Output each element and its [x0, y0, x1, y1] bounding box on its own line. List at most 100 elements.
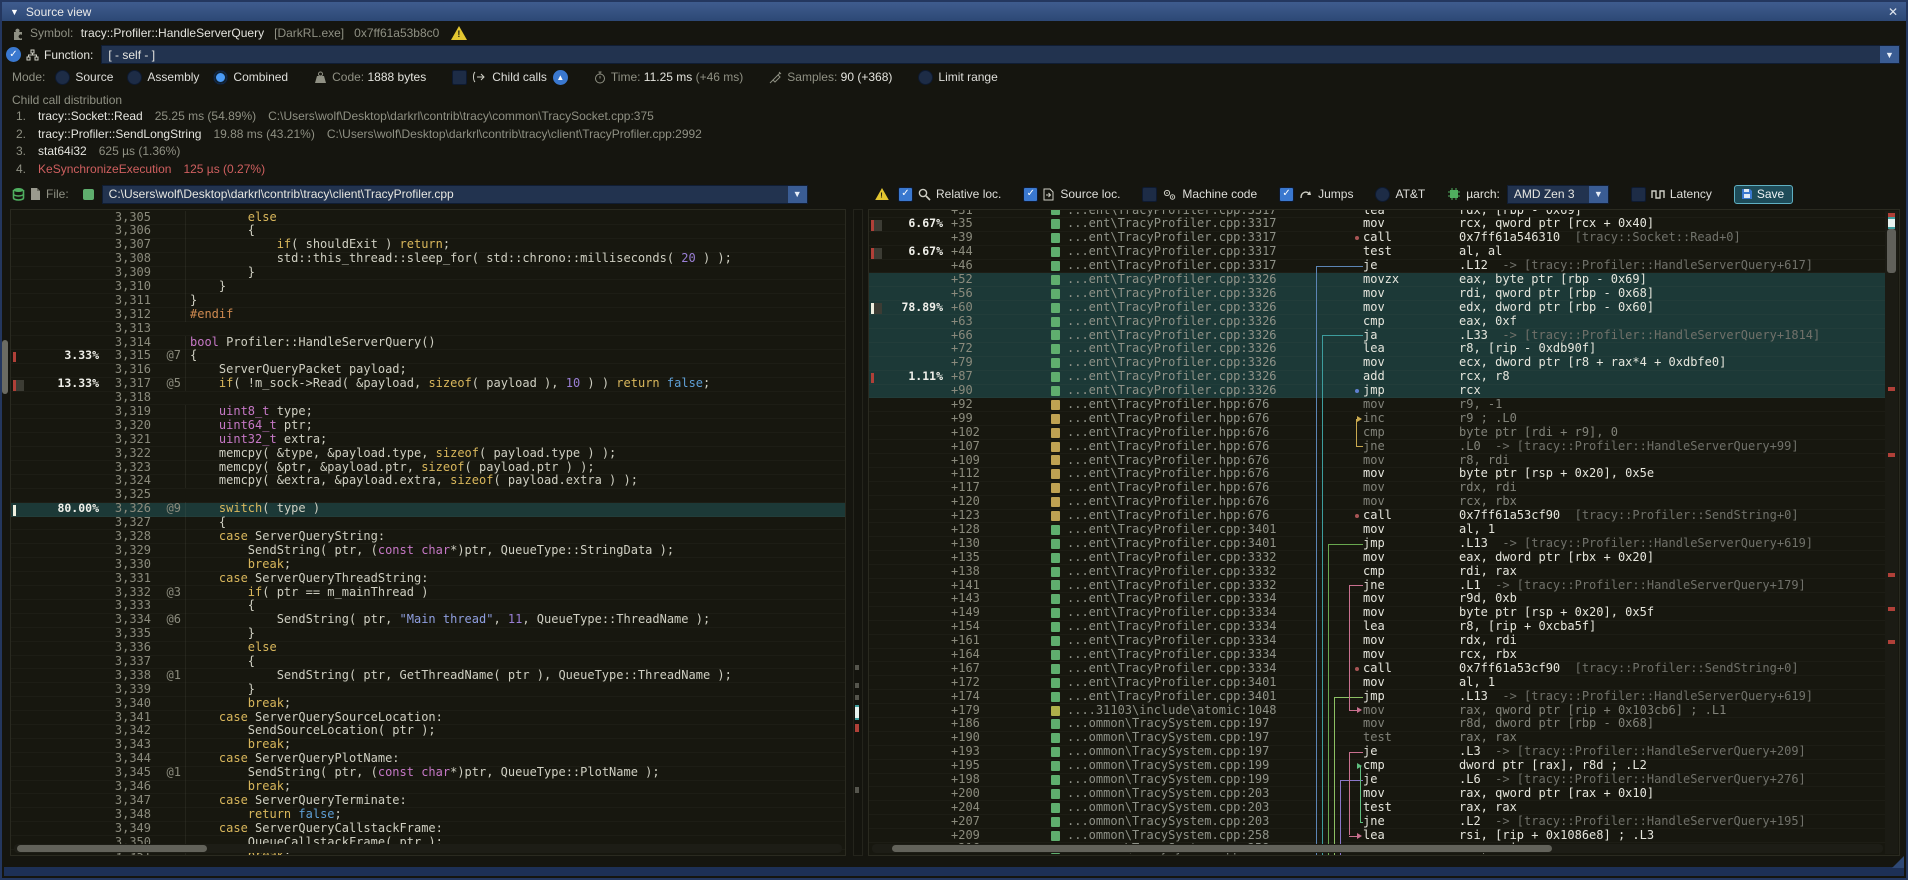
line-number[interactable]: 3,349: [99, 822, 151, 836]
radio-assembly[interactable]: [127, 70, 142, 85]
asm-source-location[interactable]: ...ent\TracyProfiler.cpp:3326: [1067, 301, 1313, 315]
child-calls-checkbox[interactable]: [452, 70, 467, 85]
source-line-row[interactable]: 3,322 memcpy( &type, &payload.type, size…: [11, 447, 845, 461]
resize-grip[interactable]: [1892, 856, 1904, 868]
asm-offset[interactable]: +161: [943, 634, 993, 648]
asm-mnemonic[interactable]: je: [1363, 745, 1459, 759]
line-number[interactable]: 3,335: [99, 627, 151, 641]
line-number[interactable]: 3,340: [99, 697, 151, 711]
asm-mnemonic[interactable]: mov: [1363, 648, 1459, 662]
line-number[interactable]: 3,338: [99, 669, 151, 683]
asm-source-location[interactable]: ...ent\TracyProfiler.cpp:3401: [1067, 523, 1313, 537]
line-number[interactable]: 3,343: [99, 738, 151, 752]
close-icon[interactable]: ✕: [1888, 5, 1898, 19]
asm-source-location[interactable]: ...ent\TracyProfiler.cpp:3401: [1067, 690, 1313, 704]
asm-offset[interactable]: +72: [943, 342, 993, 356]
line-number[interactable]: 3,326: [99, 502, 151, 516]
jumps-label[interactable]: Jumps: [1318, 187, 1353, 201]
asm-source-location[interactable]: ...ent\TracyProfiler.cpp:3326: [1067, 342, 1313, 356]
uarch-select[interactable]: AMD Zen 3 ▼: [1507, 185, 1609, 204]
asm-offset[interactable]: +123: [943, 509, 993, 523]
line-number[interactable]: 3,332: [99, 586, 151, 600]
asm-mnemonic[interactable]: jne: [1363, 579, 1459, 593]
asm-source-location[interactable]: ...ent\TracyProfiler.hpp:676: [1067, 398, 1313, 412]
asm-offset[interactable]: +79: [943, 356, 993, 370]
att-label[interactable]: AT&T: [1395, 187, 1425, 201]
relative-loc-label[interactable]: Relative loc.: [936, 187, 1001, 201]
asm-offset[interactable]: +102: [943, 426, 993, 440]
asm-source-location[interactable]: ...ent\TracyProfiler.cpp:3334: [1067, 620, 1313, 634]
latency-checkbox[interactable]: [1631, 187, 1646, 202]
asm-mnemonic[interactable]: mov: [1363, 592, 1459, 606]
entry-name[interactable]: stat64i32: [38, 144, 87, 158]
line-number[interactable]: 3,318: [99, 391, 151, 405]
asm-offset[interactable]: +204: [943, 801, 993, 815]
asm-source-location[interactable]: ...ent\TracyProfiler.cpp:3401: [1067, 676, 1313, 690]
warning-icon[interactable]: !: [451, 26, 467, 40]
asm-mnemonic[interactable]: mov: [1363, 398, 1459, 412]
asm-offset[interactable]: +186: [943, 717, 993, 731]
asm-mnemonic[interactable]: test: [1363, 245, 1459, 259]
asm-offset[interactable]: +117: [943, 481, 993, 495]
asm-source-location[interactable]: ...ent\TracyProfiler.cpp:3317: [1067, 217, 1313, 231]
asm-source-location[interactable]: ...ommon\TracySystem.cpp:197: [1067, 717, 1313, 731]
asm-offset[interactable]: +66: [943, 329, 993, 343]
asm-mnemonic[interactable]: mov: [1363, 606, 1459, 620]
asm-source-location[interactable]: ...ent\TracyProfiler.cpp:3332: [1067, 565, 1313, 579]
line-number[interactable]: 3,336: [99, 641, 151, 655]
asm-offset[interactable]: +44: [943, 245, 993, 259]
source-line-row[interactable]: 3,331 case ServerQueryThreadString:: [11, 572, 845, 586]
att-checkbox[interactable]: [1375, 187, 1390, 202]
entry-name[interactable]: tracy::Profiler::SendLongString: [38, 127, 201, 141]
line-number[interactable]: 3,322: [99, 447, 151, 461]
asm-offset[interactable]: +209: [943, 829, 993, 843]
asm-mnemonic[interactable]: mov: [1363, 356, 1459, 370]
limit-range-checkbox[interactable]: [918, 70, 933, 85]
asm-offset[interactable]: +92: [943, 398, 993, 412]
line-number[interactable]: 3,328: [99, 530, 151, 544]
asm-mnemonic[interactable]: mov: [1363, 481, 1459, 495]
line-number[interactable]: 3,316: [99, 363, 151, 377]
line-number[interactable]: 3,314: [99, 336, 151, 350]
line-number[interactable]: 3,311: [99, 294, 151, 308]
asm-row[interactable]: 6.67%+44...ent\TracyProfiler.cpp:3317tes…: [869, 246, 1885, 260]
asm-offset[interactable]: +63: [943, 315, 993, 329]
radio-source[interactable]: [55, 70, 70, 85]
asm-source-location[interactable]: ...ent\TracyProfiler.cpp:3326: [1067, 315, 1313, 329]
relative-loc-checkbox[interactable]: ✓: [898, 187, 913, 202]
asm-offset[interactable]: +141: [943, 579, 993, 593]
asm-vscrollbar[interactable]: [1885, 211, 1898, 854]
asm-offset[interactable]: +130: [943, 537, 993, 551]
asm-mnemonic[interactable]: je: [1363, 773, 1459, 787]
entry-name[interactable]: KeSynchronizeExecution: [38, 162, 171, 176]
line-number[interactable]: 3,346: [99, 780, 151, 794]
asm-source-location[interactable]: ...ent\TracyProfiler.hpp:676: [1067, 509, 1313, 523]
source-vscrollbar[interactable]: [853, 209, 863, 856]
asm-source-location[interactable]: ...ommon\TracySystem.cpp:199: [1067, 759, 1313, 773]
asm-offset[interactable]: +128: [943, 523, 993, 537]
asm-offset[interactable]: +193: [943, 745, 993, 759]
line-number[interactable]: 3,315: [99, 349, 151, 363]
asm-mnemonic[interactable]: mov: [1363, 787, 1459, 801]
asm-mnemonic[interactable]: lea: [1363, 342, 1459, 356]
database-icon[interactable]: [12, 187, 25, 201]
asm-source-location[interactable]: ...ent\TracyProfiler.hpp:676: [1067, 412, 1313, 426]
asm-mnemonic[interactable]: je: [1363, 259, 1459, 273]
child-calls-label[interactable]: Child calls: [492, 70, 547, 84]
jumps-checkbox[interactable]: ✓: [1279, 187, 1294, 202]
asm-source-location[interactable]: ...ent\TracyProfiler.cpp:3401: [1067, 537, 1313, 551]
asm-mnemonic[interactable]: jne: [1363, 815, 1459, 829]
asm-source-location[interactable]: ...ent\TracyProfiler.cpp:3334: [1067, 592, 1313, 606]
asm-row[interactable]: +63...ent\TracyProfiler.cpp:3326cmpeax, …: [869, 315, 1885, 329]
line-number[interactable]: 3,327: [99, 516, 151, 530]
line-number[interactable]: 3,324: [99, 474, 151, 488]
asm-offset[interactable]: +135: [943, 551, 993, 565]
entry-name[interactable]: tracy::Socket::Read: [38, 109, 143, 123]
jump-target[interactable]: -> [tracy::Profiler::HandleServerQuery+9…: [1495, 440, 1798, 453]
title-bar[interactable]: ▼ Source view ✕: [2, 2, 1906, 21]
pane-divider[interactable]: [846, 209, 868, 856]
collapse-caret-icon[interactable]: ▼: [10, 7, 19, 17]
asm-source-location[interactable]: ...ommon\TracySystem.cpp:199: [1067, 773, 1313, 787]
window-left-scrollbar[interactable]: [2, 340, 8, 394]
asm-source-location[interactable]: ...ent\TracyProfiler.cpp:3334: [1067, 662, 1313, 676]
